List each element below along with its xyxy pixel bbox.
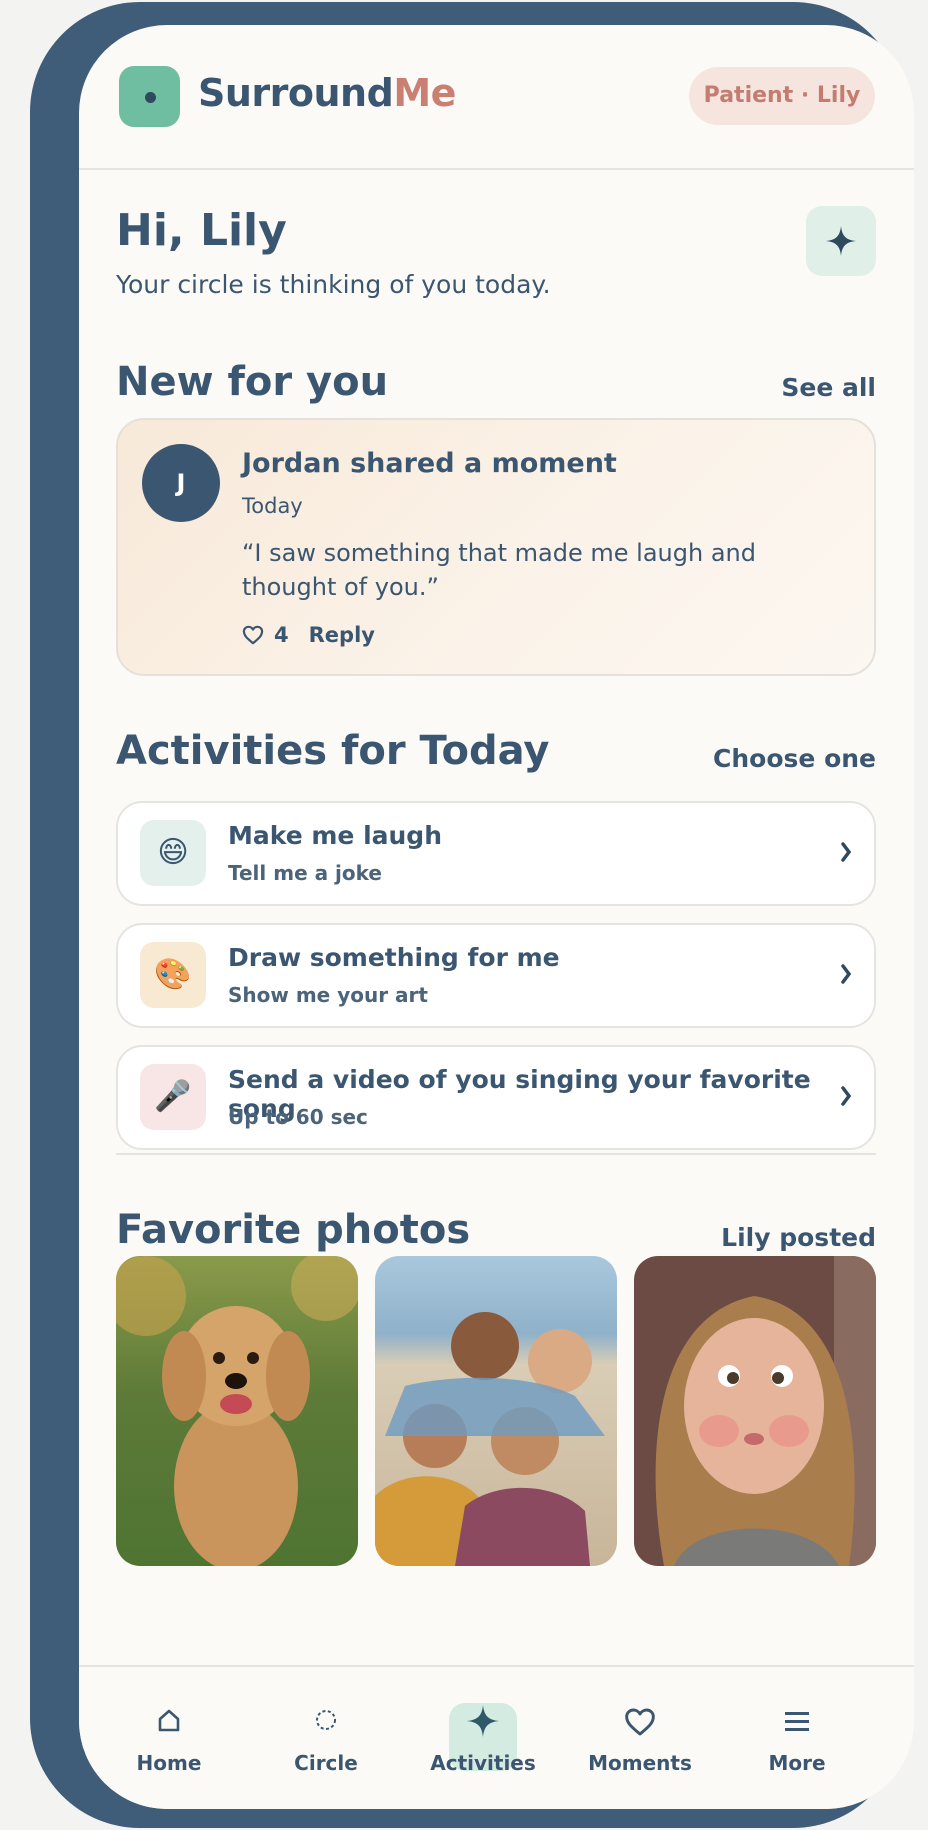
chevron-right-icon xyxy=(841,842,852,862)
app-header: SurroundMe Patient · Lily xyxy=(79,25,914,170)
lily-posted-label: Lily posted xyxy=(721,1223,876,1252)
home-icon xyxy=(158,1709,180,1732)
avatar: J xyxy=(142,444,220,522)
brand-part-2: Me xyxy=(393,71,456,115)
sparkle-icon xyxy=(467,1705,499,1737)
bottom-nav: Home Circle Activities Moments More xyxy=(79,1665,914,1809)
activity-card[interactable]: 🎤 Send a video of you singing your favor… xyxy=(116,1045,876,1150)
moment-date: Today xyxy=(242,494,303,518)
brand-part-1: Surround xyxy=(198,71,394,115)
nav-moments-label: Moments xyxy=(588,1751,692,1775)
activity-title: Make me laugh xyxy=(228,821,443,850)
favorite-photos-title: Favorite photos xyxy=(116,1207,471,1253)
nav-home-label: Home xyxy=(136,1751,202,1775)
activity-subtitle: Up to 60 sec xyxy=(228,1105,368,1129)
chevron-right-icon xyxy=(841,964,852,984)
microphone-emoji-icon: 🎤 xyxy=(140,1064,206,1130)
activity-subtitle: Show me your art xyxy=(228,983,428,1007)
moment-card[interactable]: J Jordan shared a moment Today “I saw so… xyxy=(116,418,876,676)
phone-frame: SurroundMe Patient · Lily Hi, Lily Your … xyxy=(30,2,914,1828)
activity-subtitle: Tell me a joke xyxy=(228,861,382,885)
brand-name: SurroundMe xyxy=(198,71,456,115)
greeting-subtitle: Your circle is thinking of you today. xyxy=(116,270,551,299)
activity-card[interactable]: 😄 Make me laugh Tell me a joke xyxy=(116,801,876,906)
activity-card[interactable]: 🎨 Draw something for me Show me your art xyxy=(116,923,876,1028)
moment-title: Jordan shared a moment xyxy=(242,448,617,479)
greeting-title: Hi, Lily xyxy=(116,205,287,256)
nav-more-label: More xyxy=(768,1751,826,1775)
circle-icon xyxy=(316,1710,336,1730)
nav-moments[interactable]: Moments xyxy=(560,1667,720,1777)
photo-silly-face[interactable] xyxy=(634,1256,876,1566)
nav-home[interactable]: Home xyxy=(89,1667,249,1777)
app-screen: SurroundMe Patient · Lily Hi, Lily Your … xyxy=(79,25,914,1809)
section-divider xyxy=(116,1153,876,1155)
menu-icon xyxy=(785,1712,809,1731)
nav-activities-label: Activities xyxy=(430,1751,536,1775)
heart-icon xyxy=(625,1708,655,1736)
nav-circle-label: Circle xyxy=(294,1751,358,1775)
moment-actions: 4 Reply xyxy=(242,623,375,647)
new-for-you-title: New for you xyxy=(116,359,389,405)
nav-circle[interactable]: Circle xyxy=(246,1667,406,1777)
activities-title: Activities for Today xyxy=(116,728,550,774)
sparkle-icon xyxy=(826,226,856,256)
photo-friends[interactable] xyxy=(375,1256,617,1566)
choose-one-label: Choose one xyxy=(713,744,876,773)
photo-dog[interactable] xyxy=(116,1256,358,1566)
nav-activities[interactable]: Activities xyxy=(403,1667,563,1777)
palette-emoji-icon: 🎨 xyxy=(140,942,206,1008)
chevron-right-icon xyxy=(841,1086,852,1106)
nav-more[interactable]: More xyxy=(717,1667,877,1777)
activity-title: Draw something for me xyxy=(228,943,560,972)
sparkle-button[interactable] xyxy=(806,206,876,276)
like-count: 4 xyxy=(274,623,289,647)
reply-button[interactable]: Reply xyxy=(309,623,375,647)
laugh-emoji-icon: 😄 xyxy=(140,820,206,886)
logo-icon xyxy=(119,66,180,127)
see-all-link[interactable]: See all xyxy=(781,373,876,402)
profile-pill[interactable]: Patient · Lily xyxy=(689,67,875,125)
moment-quote: “I saw something that made me laugh and … xyxy=(242,539,756,601)
heart-icon[interactable] xyxy=(242,625,264,645)
